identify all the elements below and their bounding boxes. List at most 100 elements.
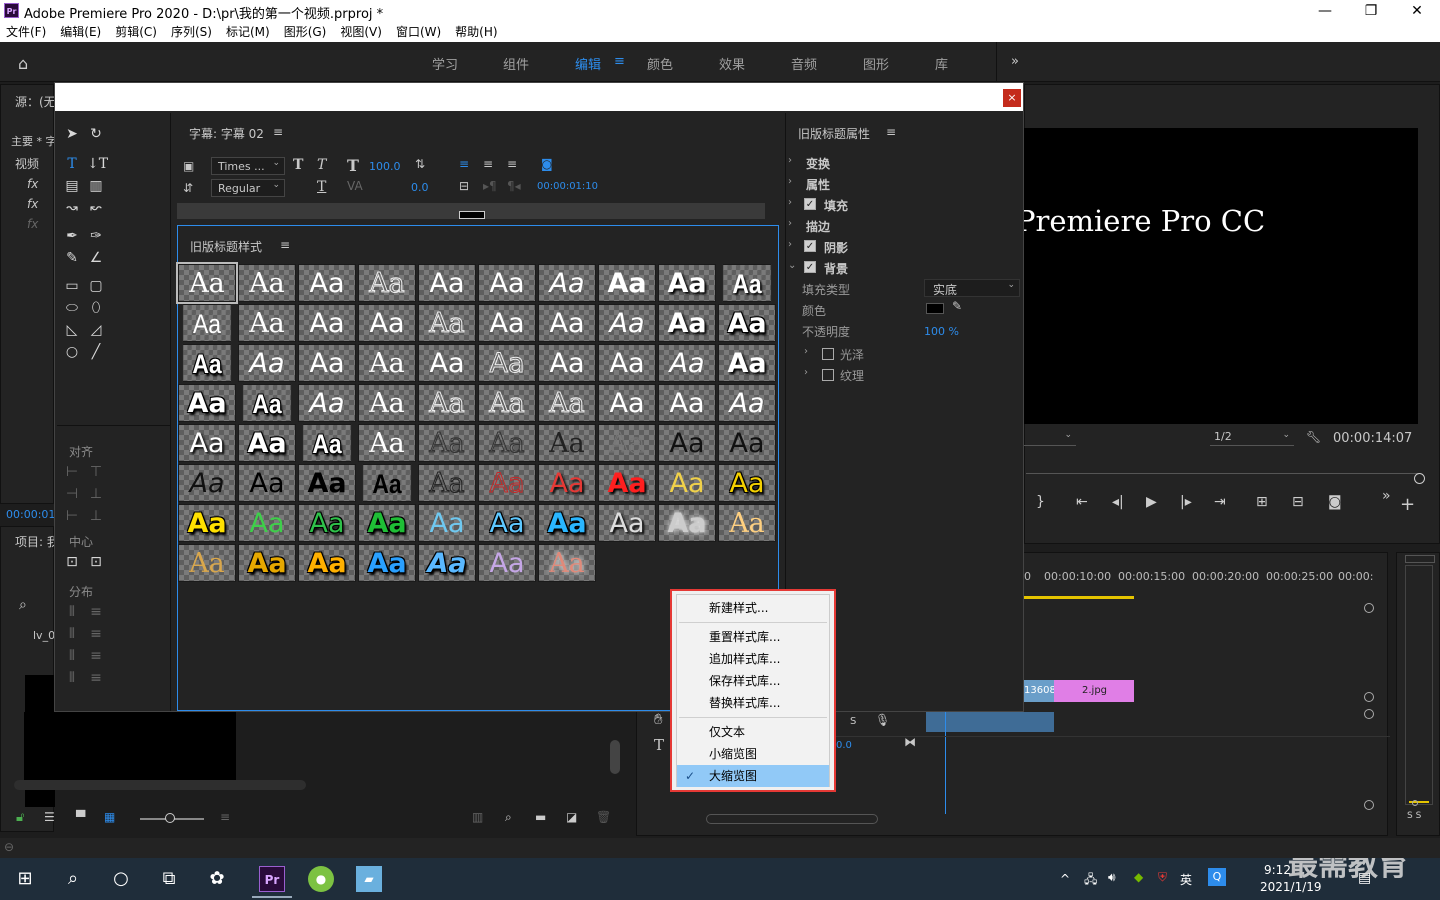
more-controls-icon[interactable]: »: [1382, 488, 1391, 504]
rounded-rect-tool-icon[interactable]: ▢: [87, 277, 105, 295]
style-swatch[interactable]: Aa: [478, 464, 536, 502]
center-horizontal-icon[interactable]: ⊡: [63, 553, 81, 571]
style-swatch[interactable]: Aa: [178, 384, 236, 422]
style-swatch[interactable]: Aa: [598, 384, 656, 422]
premiere-taskbar-icon[interactable]: Pr: [259, 866, 285, 892]
selection-tool-icon[interactable]: ➤: [63, 125, 81, 143]
font-style-select[interactable]: Regular ⌄: [211, 179, 285, 197]
search-icon[interactable]: ⌕: [19, 597, 27, 613]
style-swatch[interactable]: Aa: [178, 544, 236, 582]
prop-fill[interactable]: › ✓ 填充: [786, 195, 1022, 215]
fill-type-select[interactable]: 实底 ⌄: [924, 279, 1020, 297]
security-icon[interactable]: ⛨: [1158, 870, 1167, 885]
distribute-icon[interactable]: ≡: [87, 647, 105, 665]
eyedropper-icon[interactable]: ✎: [952, 299, 962, 313]
menu-new-style[interactable]: 新建样式...: [677, 597, 829, 619]
tab-libraries[interactable]: 库: [935, 54, 948, 73]
style-swatch[interactable]: Aa: [358, 264, 416, 302]
vertical-path-type-icon[interactable]: ↜: [87, 199, 105, 217]
style-swatch[interactable]: Aa: [722, 264, 772, 302]
style-swatch[interactable]: Aa: [418, 504, 476, 542]
style-swatch[interactable]: Aa: [478, 544, 536, 582]
kerning-value[interactable]: 0.0: [411, 181, 429, 194]
show-video-icon[interactable]: ¶◂: [507, 179, 521, 193]
style-swatch[interactable]: Aa: [182, 304, 232, 342]
track-scroll-handle[interactable]: [1364, 692, 1374, 702]
style-swatch[interactable]: Aa: [298, 464, 356, 502]
menu-append-library[interactable]: 追加样式库...: [677, 648, 829, 670]
freeform-view-icon[interactable]: ▦: [104, 810, 115, 824]
timeline-ruler[interactable]: 0 00:00:10:00 00:00:15:00 00:00:20:00 00…: [1022, 570, 1373, 586]
track-scroll-handle[interactable]: [1364, 603, 1374, 613]
wrench-icon[interactable]: 🔧︎: [1306, 430, 1321, 444]
style-swatch[interactable]: Aa: [298, 504, 356, 542]
go-to-out-icon[interactable]: ⇥: [1214, 494, 1226, 510]
type-tool-icon[interactable]: T: [63, 155, 81, 173]
new-item-icon[interactable]: ◪: [566, 810, 577, 824]
align-center-text-icon[interactable]: ≡: [483, 157, 493, 171]
panel-menu-icon[interactable]: ≡: [273, 125, 283, 139]
tab-graphics[interactable]: 图形: [863, 54, 889, 73]
track-scroll-handle[interactable]: [1364, 800, 1374, 810]
style-swatch[interactable]: Aa: [242, 384, 292, 422]
properties-menu-icon[interactable]: ≡: [886, 125, 896, 139]
style-swatch[interactable]: Aa: [178, 424, 236, 462]
style-swatch[interactable]: Aa: [238, 464, 296, 502]
tab-editing[interactable]: 编辑: [575, 54, 601, 73]
clipped-corner-icon[interactable]: ⬭: [63, 299, 81, 317]
style-swatch[interactable]: Aa: [418, 464, 476, 502]
menu-small-thumbnails[interactable]: 小缩览图: [677, 743, 829, 765]
style-swatch[interactable]: Aa: [538, 504, 596, 542]
network-icon[interactable]: 🖧︎: [1084, 870, 1097, 891]
style-swatch[interactable]: Aa: [178, 464, 236, 502]
pen-tool-icon[interactable]: ✒: [63, 227, 81, 245]
restore-icon[interactable]: ❐: [1348, 0, 1394, 22]
wedge-tool-icon[interactable]: ◺: [63, 321, 81, 339]
track-scroll-handle[interactable]: [1364, 709, 1374, 719]
style-swatch[interactable]: Aa: [478, 384, 536, 422]
tab-color[interactable]: 颜色: [647, 54, 673, 73]
align-right-icon[interactable]: ⊢: [63, 507, 81, 525]
style-swatch[interactable]: Aa: [658, 384, 716, 422]
resolution-dropdown[interactable]: 1/2 ⌄: [1210, 430, 1294, 446]
distribute-icon[interactable]: ⫴: [63, 625, 81, 643]
style-swatch[interactable]: Aa: [238, 544, 296, 582]
align-bottom-icon[interactable]: ⊥: [87, 507, 105, 525]
timeline-clip[interactable]: 13608.: [1022, 680, 1054, 702]
menu-file[interactable]: 文件(F): [6, 22, 46, 42]
center-vertical-icon[interactable]: ⊡: [87, 553, 105, 571]
program-preview[interactable]: Premiere Pro CC: [1016, 128, 1418, 424]
vertical-type-tool-icon[interactable]: ↓T: [87, 155, 108, 173]
prop-attributes[interactable]: › 属性: [786, 174, 1022, 194]
style-swatch[interactable]: Aa: [538, 264, 596, 302]
play-icon[interactable]: ▶: [1146, 494, 1157, 510]
align-hcenter-icon[interactable]: ⊣: [63, 485, 81, 503]
font-family-select[interactable]: Times ... ⌄: [211, 157, 285, 175]
style-swatch[interactable]: Aa: [418, 424, 476, 462]
style-swatch[interactable]: Aa: [478, 264, 536, 302]
opacity-value[interactable]: 100 %: [924, 325, 959, 338]
align-right-text-icon[interactable]: ≡: [507, 157, 517, 171]
style-swatch[interactable]: Aa: [718, 464, 776, 502]
style-swatch[interactable]: Aa: [418, 384, 476, 422]
app-icon[interactable]: ✿: [204, 866, 230, 892]
lock-icon[interactable]: 🔓︎: [16, 810, 24, 825]
vertical-area-type-icon[interactable]: ▥: [87, 177, 105, 195]
area-type-tool-icon[interactable]: ▤: [63, 177, 81, 195]
align-vcenter-icon[interactable]: ⊥: [87, 485, 105, 503]
distribute-icon[interactable]: ⫴: [63, 669, 81, 687]
style-swatch[interactable]: Aa: [478, 504, 536, 542]
style-swatch[interactable]: Aa: [358, 304, 416, 342]
playhead-end-handle[interactable]: [1414, 473, 1425, 484]
qq-icon[interactable]: Q: [1208, 868, 1226, 886]
bold-icon[interactable]: T: [293, 157, 303, 173]
roll-crawl-icon[interactable]: ⇵: [183, 181, 193, 195]
distribute-icon[interactable]: ≡: [87, 625, 105, 643]
timeline-clip-image[interactable]: 2.jpg: [1054, 680, 1134, 702]
clip-thumbnail[interactable]: [24, 712, 236, 780]
prop-background[interactable]: ⌄ ✓ 背景: [786, 258, 1022, 278]
style-swatch[interactable]: Aa: [658, 464, 716, 502]
align-left-text-icon[interactable]: ≡: [459, 157, 469, 171]
find-icon[interactable]: ⌕: [505, 810, 512, 825]
style-swatch[interactable]: Aa: [358, 344, 416, 382]
